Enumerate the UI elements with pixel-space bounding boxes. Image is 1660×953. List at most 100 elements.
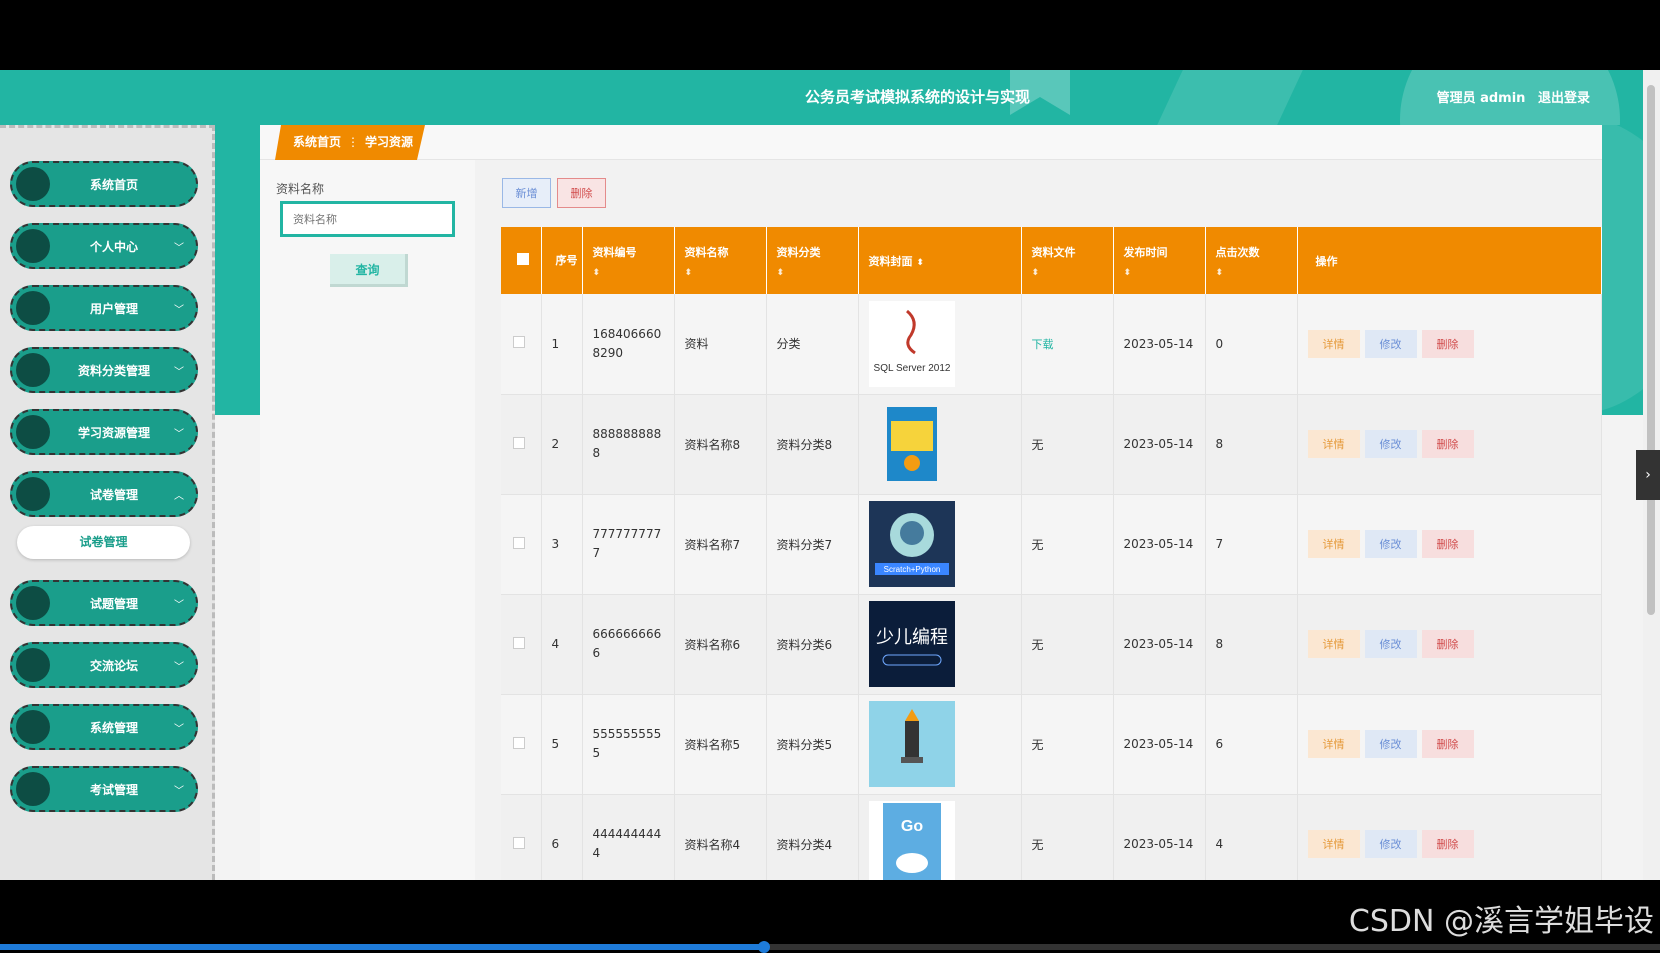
detail-button[interactable]: 详情 [1307, 329, 1360, 358]
table-row: 1 1684066608290 资料 分类 SQL Server 2012 下载… [501, 294, 1602, 395]
svg-text:SQL Server 2012: SQL Server 2012 [873, 363, 950, 374]
search-panel: 资料名称 查询 [260, 160, 475, 880]
row-checkbox[interactable] [513, 436, 525, 449]
header-date[interactable]: 发布时间 ⬍ [1113, 227, 1206, 294]
row-checkbox[interactable] [513, 836, 525, 849]
download-link[interactable]: 下载 [1032, 338, 1054, 351]
scrollbar-thumb[interactable] [1647, 85, 1655, 615]
file-value: 无 [1031, 637, 1044, 652]
detail-button[interactable]: 详情 [1307, 730, 1360, 758]
chevron-icon: ﹀ [174, 429, 184, 440]
sidebar-item[interactable]: 学习资源管理 ﹀ [10, 409, 198, 455]
row-checkbox[interactable] [513, 536, 525, 549]
sidebar-item[interactable]: 试题管理 ﹀ [10, 580, 198, 626]
delete-button[interactable]: 删除 [1421, 430, 1474, 458]
sidebar-item[interactable]: 个人中心 ﹀ [10, 223, 198, 269]
table-row: 5 5555555555 资料名称5 资料分类5 无 2023-05-14 6 … [501, 694, 1602, 795]
cell-code: 8888888888 [582, 394, 675, 495]
cell-date: 2023-05-14 [1113, 794, 1206, 880]
sidebar-item[interactable]: 资料分类管理 ﹀ [10, 347, 198, 393]
cell-date: 2023-05-14 [1113, 694, 1206, 795]
detail-button[interactable]: 详情 [1307, 630, 1360, 658]
sort-icon[interactable]: ⬍ [777, 268, 858, 278]
sidebar-item[interactable]: 用户管理 ﹀ [10, 285, 198, 331]
detail-button[interactable]: 详情 [1307, 530, 1360, 558]
cell-index: 6 [541, 794, 583, 880]
sort-icon[interactable]: ⬍ [685, 268, 766, 278]
cell-date: 2023-05-14 [1113, 594, 1206, 695]
cell-actions: 详情 修改 删除 [1297, 294, 1602, 395]
cell-clicks: 7 [1205, 494, 1298, 595]
cell-clicks: 8 [1205, 594, 1298, 695]
cell-code: 1684066608290 [582, 294, 675, 395]
select-all-checkbox[interactable] [517, 253, 529, 265]
cell-category: 资料分类8 [766, 394, 859, 495]
cell-category: 资料分类5 [766, 694, 859, 795]
cell-name: 资料名称4 [674, 794, 767, 880]
sidebar-subitem[interactable]: 试卷管理 [17, 526, 190, 559]
top-header: 公务员考试模拟系统的设计与实现 管理员 admin 退出登录 [0, 70, 1660, 125]
cell-code: 7777777777 [582, 494, 675, 595]
app-title: 公务员考试模拟系统的设计与实现 [805, 88, 1031, 106]
cell-actions: 详情 修改 删除 [1297, 794, 1602, 880]
header-code[interactable]: 资料编号 ⬍ [582, 227, 675, 294]
cell-index: 1 [541, 294, 583, 395]
search-input[interactable] [280, 201, 455, 237]
delete-button[interactable]: 删除 [1421, 630, 1474, 658]
sort-icon[interactable]: ⬍ [1032, 268, 1113, 278]
search-button[interactable]: 查询 [330, 254, 408, 287]
sort-icon[interactable]: ⬍ [1216, 268, 1297, 278]
cover-image: Scratch+Python [868, 501, 1021, 587]
header-name[interactable]: 资料名称 ⬍ [674, 227, 767, 294]
cell-name: 资料名称5 [674, 694, 767, 795]
delete-button[interactable]: 删除 [1421, 830, 1474, 858]
add-button[interactable]: 新增 [502, 178, 551, 208]
expand-panel-button[interactable]: › [1636, 450, 1660, 500]
edit-button[interactable]: 修改 [1364, 830, 1417, 858]
sidebar-item[interactable]: 系统首页 [10, 161, 198, 207]
detail-button[interactable]: 详情 [1307, 430, 1360, 458]
edit-button[interactable]: 修改 [1364, 329, 1417, 358]
header-category[interactable]: 资料分类 ⬍ [766, 227, 859, 294]
breadcrumb-home[interactable]: 系统首页 [293, 135, 341, 149]
chevron-icon: ﹀ [174, 243, 184, 254]
header-file[interactable]: 资料文件 ⬍ [1021, 227, 1114, 294]
cell-index: 4 [541, 594, 583, 695]
edit-button[interactable]: 修改 [1364, 430, 1417, 458]
nav-dot-icon [16, 772, 50, 806]
sidebar-item[interactable]: 系统管理 ﹀ [10, 704, 198, 750]
delete-button[interactable]: 删除 [1421, 329, 1474, 358]
sort-icon[interactable]: ⬍ [1124, 268, 1205, 278]
cell-actions: 详情 修改 删除 [1297, 594, 1602, 695]
header-clicks[interactable]: 点击次数 ⬍ [1205, 227, 1298, 294]
edit-button[interactable]: 修改 [1364, 530, 1417, 558]
resource-table: 序号 资料编号 ⬍ 资料名称 ⬍ 资料分类 ⬍ 资料封面 ⬍ 资料文件 ⬍ 发布时间 ⬍ … [501, 227, 1602, 880]
video-progress-bar[interactable] [0, 941, 1660, 953]
delete-button[interactable]: 删除 [1421, 730, 1474, 758]
bulk-delete-button[interactable]: 删除 [557, 178, 606, 208]
header-cover[interactable]: 资料封面 ⬍ [858, 227, 1022, 294]
cover-image: 少儿编程 [868, 601, 1021, 687]
edit-button[interactable]: 修改 [1364, 730, 1417, 758]
delete-button[interactable]: 删除 [1421, 530, 1474, 558]
sort-icon[interactable]: ⬍ [916, 258, 924, 268]
row-checkbox[interactable] [513, 336, 525, 349]
progress-knob[interactable] [757, 941, 770, 953]
row-checkbox[interactable] [513, 736, 525, 749]
logout-link[interactable]: 退出登录 [1538, 91, 1590, 106]
user-role: 管理员 admin [1436, 91, 1526, 106]
cell-actions: 详情 修改 删除 [1297, 694, 1602, 795]
edit-button[interactable]: 修改 [1364, 630, 1417, 658]
chevron-icon: ﹀ [174, 724, 184, 735]
detail-button[interactable]: 详情 [1307, 830, 1360, 858]
row-checkbox[interactable] [513, 636, 525, 649]
cell-file: 无 [1021, 794, 1114, 880]
cell-date: 2023-05-14 [1113, 494, 1206, 595]
sidebar-item[interactable]: 交流论坛 ﹀ [10, 642, 198, 688]
svg-text:Go: Go [900, 818, 922, 835]
sort-icon[interactable]: ⬍ [593, 268, 674, 278]
sidebar-item[interactable]: 考试管理 ﹀ [10, 766, 198, 812]
nav-dot-icon [16, 353, 50, 387]
cell-category: 分类 [766, 294, 859, 395]
sidebar-item[interactable]: 试卷管理 ︿ [10, 471, 198, 517]
